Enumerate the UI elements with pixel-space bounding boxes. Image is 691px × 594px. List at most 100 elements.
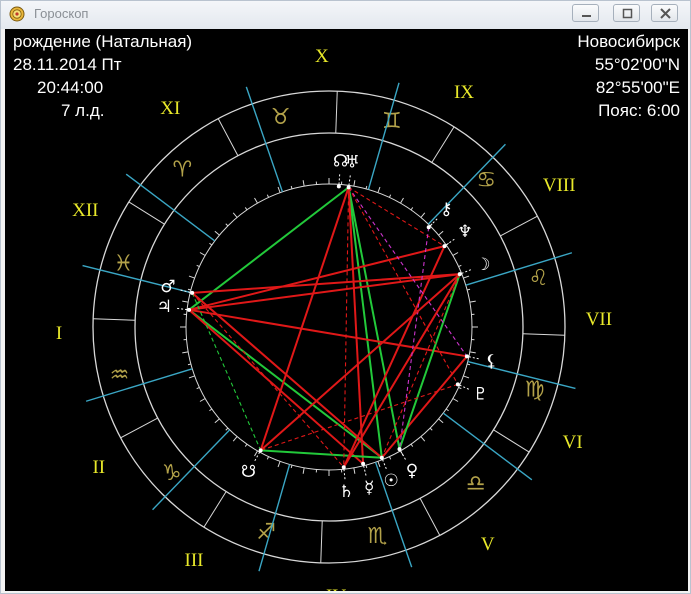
degree-tick [445,408,449,412]
degree-tick [182,300,189,303]
degree-tick [388,194,392,198]
sign-boundary [120,417,158,439]
south-node-dot [258,448,263,453]
degree-tick [277,186,281,193]
degree-tick [365,464,368,469]
degree-tick [302,180,305,187]
libra-sign-glyph: ♎ [466,472,486,497]
pluto-dot [455,382,460,387]
moon-dot [457,272,462,277]
aquarius-sign-glyph: ♒ [110,363,130,388]
maximize-button[interactable] [613,4,640,22]
chart-canvas[interactable]: рождение (Натальная) 28.11.2014 Пт 20:44… [5,29,688,591]
aspect-mars-saturn [191,292,345,468]
degree-tick [377,461,381,468]
horoscope-window: Гороскоп рождение (Натальная) 28.11.2014… [0,0,691,594]
virgo-sign-glyph: ♍ [525,377,545,402]
house-cusp-4 [258,464,291,572]
degree-tick [438,230,444,236]
degree-tick [254,197,258,204]
house-numeral-2: II [92,457,106,479]
house-numeral-5: V [480,534,495,556]
lilith-glyph: ⚸ [485,352,497,372]
degree-tick [182,351,189,354]
sign-boundary [522,333,565,336]
moon-glyph: ☽ [475,255,490,275]
jupiter-pointer [177,307,188,311]
aspect-south-node-sun [260,449,382,459]
lilith-dot [464,354,469,359]
sign-boundary [320,520,323,563]
degree-tick [466,288,471,291]
sign-boundary [419,498,441,536]
degree-tick [232,436,238,442]
degree-tick [429,427,433,431]
degree-tick [277,461,281,468]
neptune-glyph: ♆ [457,222,472,242]
degree-tick [196,264,200,268]
degree-tick [188,275,195,279]
chiron-pointer [429,218,438,227]
close-button[interactable] [651,4,678,22]
close-icon [660,8,671,19]
degree-tick [463,275,470,279]
degree-tick [225,223,229,227]
minimize-button[interactable] [572,4,599,22]
degree-tick [353,467,356,474]
degree-tick [458,264,462,268]
degree-tick [187,288,192,291]
venus-dot [397,447,402,452]
aspect-jupiter-mercury [188,309,364,465]
degree-tick [244,207,248,211]
mars-glyph: ♂ [160,277,175,297]
house-numeral-8: VIII [542,174,576,196]
degree-tick [400,197,404,204]
outer-ring [92,90,566,564]
sun-pointer [382,459,387,470]
saturn-glyph: ♄ [339,482,354,502]
chiron-dot [426,225,431,230]
aspect-sun-lilith [381,355,468,459]
degree-tick [290,464,293,469]
degree-tick [302,467,305,474]
uranus-glyph: ♅ [344,153,359,173]
mars-dot [190,290,195,295]
degree-tick [452,252,459,256]
neptune-pointer [445,238,455,246]
aspect-saturn-moon [342,273,461,468]
degree-tick [458,386,462,390]
degree-tick [225,427,229,431]
degree-tick [466,363,471,366]
maximize-icon [622,8,633,19]
degree-tick [469,300,476,303]
degree-tick [244,443,248,447]
window-title: Гороскоп [34,6,89,21]
zodiac-inner-ring [134,132,524,522]
sign-boundary [493,429,530,453]
leo-sign-glyph: ♌ [529,266,549,291]
house-cusp-6 [442,412,533,481]
jupiter-glyph: ♃ [157,297,172,317]
house-numeral-6: VI [562,432,583,454]
degree-tick [214,230,220,236]
degree-tick [469,351,476,354]
sign-boundary [431,126,455,163]
sign-boundary [500,215,538,237]
degree-tick [214,418,220,424]
horoscope-app-icon [9,6,25,22]
taurus-sign-glyph: ♉ [271,105,291,130]
house-numeral-3: III [184,549,204,571]
degree-tick [410,443,414,447]
degree-tick [209,408,213,412]
house-numeral-4: IV [326,586,346,591]
uranus-dot [346,185,351,190]
scorpio-sign-glyph: ♏ [367,524,387,549]
house-numeral-11: XI [160,97,181,119]
mercury-glyph: ☿ [364,478,374,498]
mars-pointer [180,289,191,293]
degree-tick [199,252,206,256]
house-cusp-11 [245,86,284,193]
title-bar[interactable]: Гороскоп [1,1,690,29]
moon-pointer [461,269,472,274]
saturn-pointer [343,469,346,480]
